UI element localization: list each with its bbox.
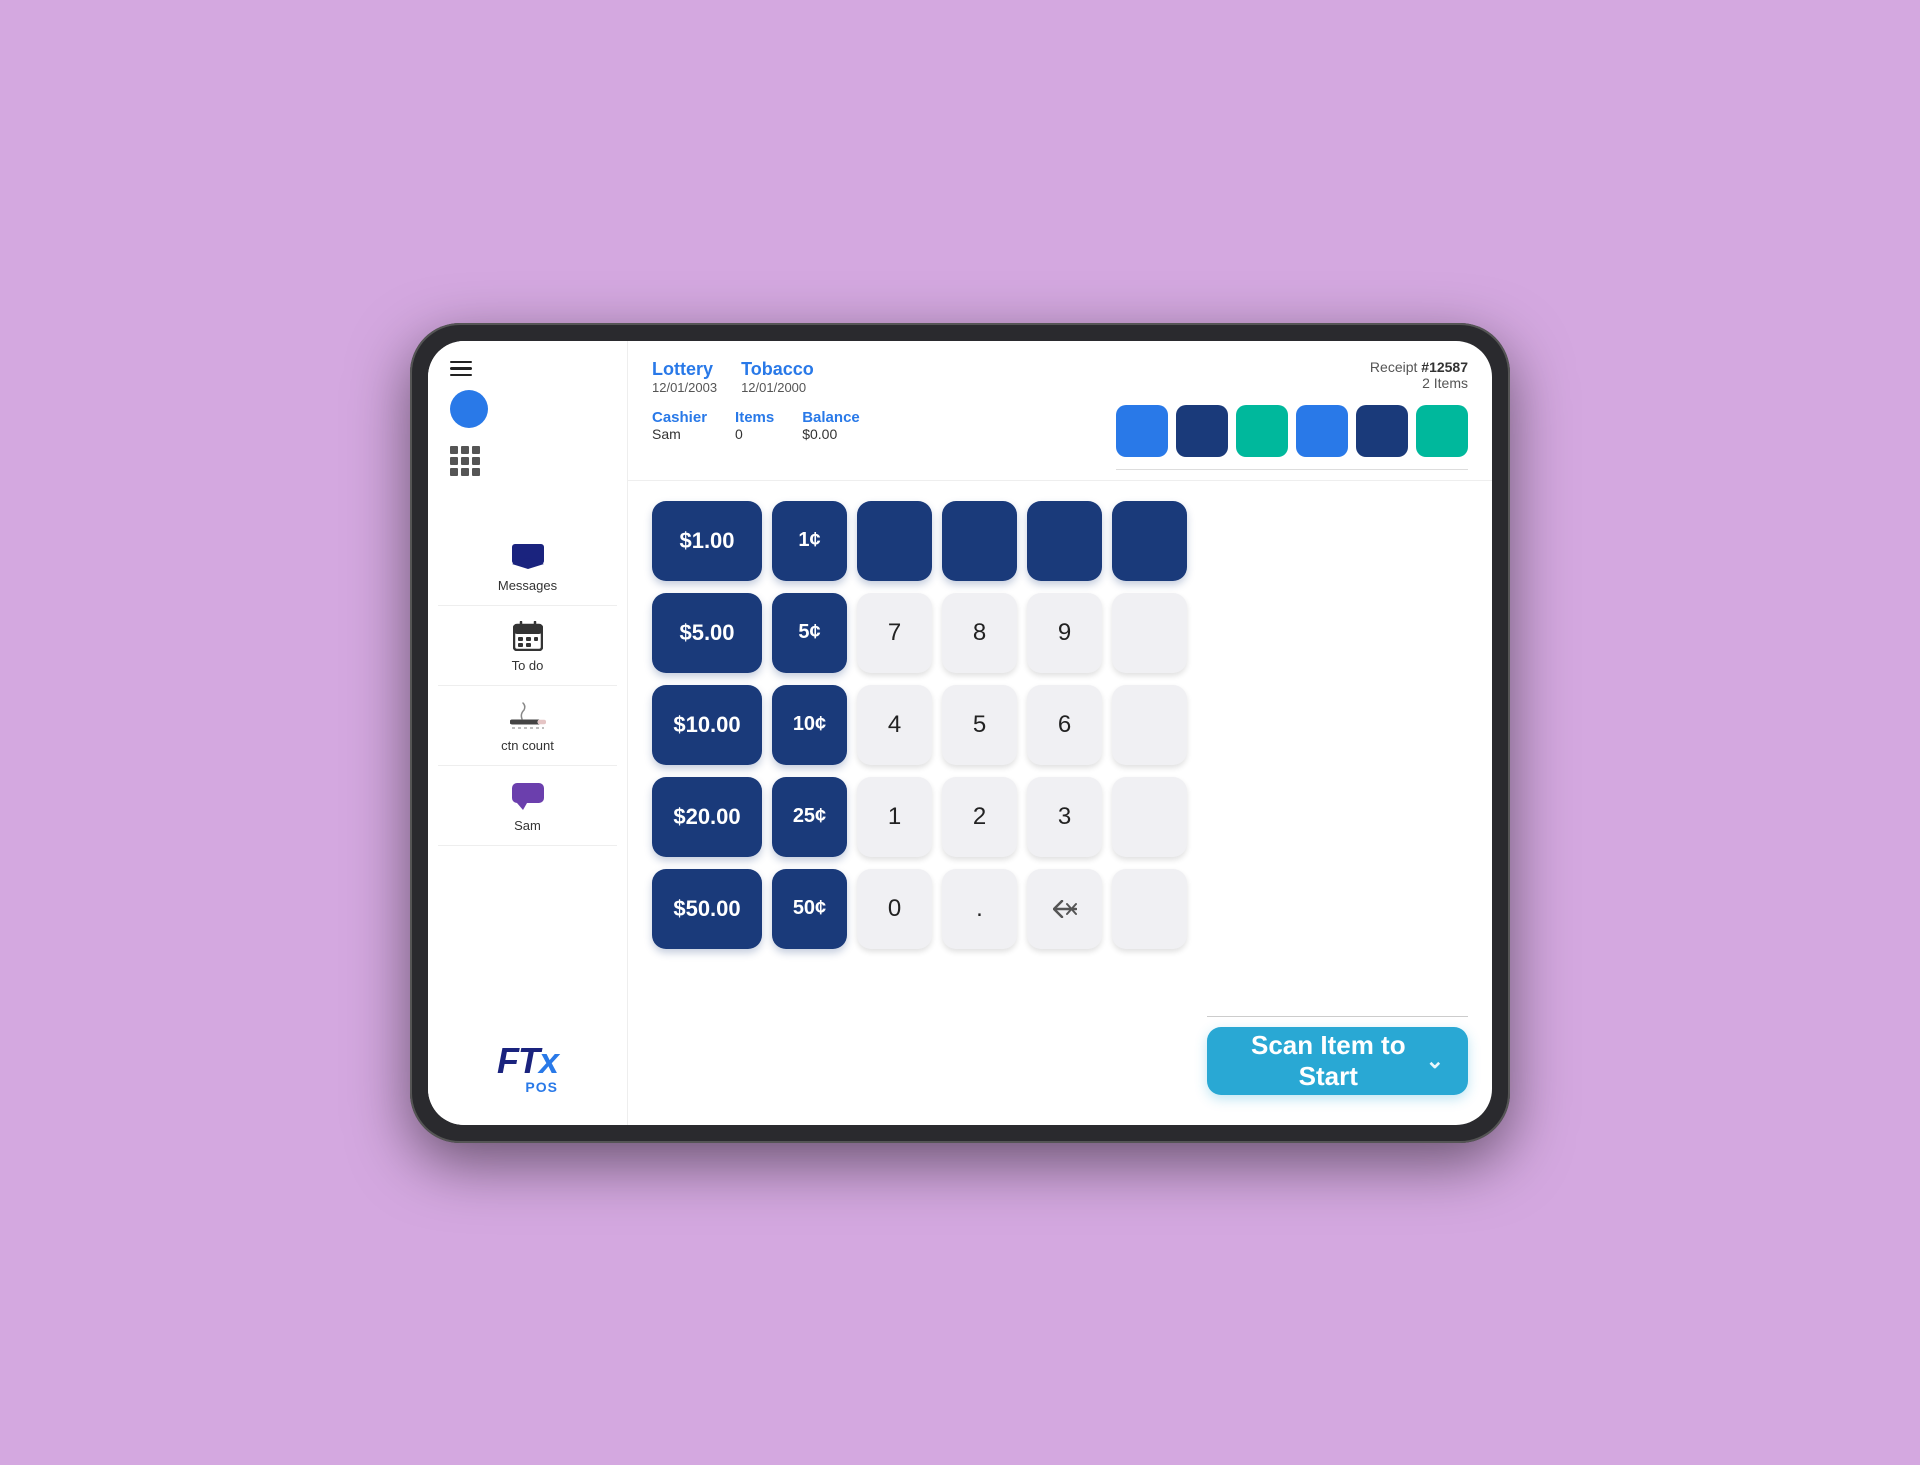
btn-dot[interactable]: . (942, 869, 1017, 949)
swatch-4[interactable] (1296, 405, 1348, 457)
header: Lottery 12/01/2003 Tobacco 12/01/2000 Ca… (628, 341, 1492, 481)
grid-icon[interactable] (450, 446, 480, 476)
btn-4[interactable]: 4 (857, 685, 932, 765)
items-value: 0 (735, 426, 774, 442)
cashier-col: Cashier Sam (652, 409, 707, 442)
btn-0[interactable]: 0 (857, 869, 932, 949)
btn-dollar-10[interactable]: $10.00 (652, 685, 762, 765)
btn-blank-1a[interactable] (857, 501, 932, 581)
balance-label: Balance (802, 409, 860, 426)
ctncount-label: ctn count (501, 738, 554, 753)
btn-9[interactable]: 9 (1027, 593, 1102, 673)
message-icon (510, 538, 546, 574)
swatch-1[interactable] (1116, 405, 1168, 457)
btn-7[interactable]: 7 (857, 593, 932, 673)
numpad-area: $1.00 1¢ $5.00 5¢ 7 8 9 (628, 481, 1492, 1125)
btn-8[interactable]: 8 (942, 593, 1017, 673)
btn-6[interactable]: 6 (1027, 685, 1102, 765)
btn-dollar-1[interactable]: $1.00 (652, 501, 762, 581)
sidebar-logo: FTx POS (497, 1043, 558, 1105)
items-count: 2 Items (1422, 375, 1468, 391)
balance-col: Balance $0.00 (802, 409, 860, 442)
scan-button-label: Scan Item to Start (1231, 1030, 1426, 1092)
btn-blank-1b[interactable] (942, 501, 1017, 581)
scan-chevron-icon: ⌄ (1426, 1048, 1444, 1074)
btn-dollar-50[interactable]: $50.00 (652, 869, 762, 949)
scan-item-button[interactable]: Scan Item to Start ⌄ (1207, 1027, 1468, 1095)
sidebar-nav: Messages (438, 496, 617, 1043)
items-col: Items 0 (735, 409, 774, 442)
todo-label: To do (512, 658, 544, 673)
balance-value: $0.00 (802, 426, 860, 442)
receipt-info: Receipt #12587 2 Items (1116, 359, 1468, 391)
calendar-icon (510, 618, 546, 654)
sidebar-item-ctncount[interactable]: ctn count (438, 686, 617, 766)
numpad-row-1: $1.00 1¢ (652, 501, 1187, 581)
sidebar-item-todo[interactable]: To do (438, 606, 617, 686)
numpad-row-5: $50.00 50¢ 0 . (652, 869, 1187, 949)
btn-backspace[interactable] (1027, 869, 1102, 949)
scan-area (1207, 501, 1468, 1017)
tablet-frame: Messages (410, 323, 1510, 1143)
tobacco-name: Tobacco (741, 359, 814, 380)
btn-blank-3[interactable] (1112, 685, 1187, 765)
header-categories: Lottery 12/01/2003 Tobacco 12/01/2000 (652, 359, 860, 395)
category-lottery[interactable]: Lottery 12/01/2003 (652, 359, 717, 395)
btn-1[interactable]: 1 (857, 777, 932, 857)
btn-cent-50[interactable]: 50¢ (772, 869, 847, 949)
messages-label: Messages (498, 578, 557, 593)
logo-pos: POS (497, 1079, 558, 1095)
numpad-left: $1.00 1¢ $5.00 5¢ 7 8 9 (652, 501, 1187, 1105)
numpad-row-2: $5.00 5¢ 7 8 9 (652, 593, 1187, 673)
right-panel: Scan Item to Start ⌄ (1207, 501, 1468, 1105)
btn-blank-2[interactable] (1112, 593, 1187, 673)
btn-blank-1c[interactable] (1027, 501, 1102, 581)
btn-blank-5[interactable] (1112, 869, 1187, 949)
swatch-6[interactable] (1416, 405, 1468, 457)
btn-blank-4[interactable] (1112, 777, 1187, 857)
cashier-value: Sam (652, 426, 707, 442)
lottery-name: Lottery (652, 359, 717, 380)
lottery-date: 12/01/2003 (652, 380, 717, 395)
swatch-5[interactable] (1356, 405, 1408, 457)
receipt-label: Receipt #12587 (1370, 359, 1468, 375)
btn-3[interactable]: 3 (1027, 777, 1102, 857)
circle-icon[interactable] (450, 390, 488, 428)
btn-dollar-5[interactable]: $5.00 (652, 593, 762, 673)
color-swatches (1116, 405, 1468, 457)
sidebar-top (438, 361, 617, 477)
btn-cent-1[interactable]: 1¢ (772, 501, 847, 581)
swatch-3[interactable] (1236, 405, 1288, 457)
sam-label: Sam (514, 818, 541, 833)
cigarette-icon (510, 698, 546, 734)
btn-cent-5[interactable]: 5¢ (772, 593, 847, 673)
main-content: Lottery 12/01/2003 Tobacco 12/01/2000 Ca… (628, 341, 1492, 1125)
header-info: Cashier Sam Items 0 Balance $0.00 (652, 409, 860, 442)
swatch-2[interactable] (1176, 405, 1228, 457)
sidebar: Messages (428, 341, 628, 1125)
chat-icon (510, 778, 546, 814)
btn-cent-25[interactable]: 25¢ (772, 777, 847, 857)
btn-2[interactable]: 2 (942, 777, 1017, 857)
btn-dollar-20[interactable]: $20.00 (652, 777, 762, 857)
btn-blank-1d[interactable] (1112, 501, 1187, 581)
items-label: Items (735, 409, 774, 426)
numpad-row-3: $10.00 10¢ 4 5 6 (652, 685, 1187, 765)
btn-cent-10[interactable]: 10¢ (772, 685, 847, 765)
tobacco-date: 12/01/2000 (741, 380, 814, 395)
tablet-screen: Messages (428, 341, 1492, 1125)
logo-ftx: FTx (497, 1043, 558, 1079)
hamburger-icon[interactable] (450, 361, 472, 377)
header-left: Lottery 12/01/2003 Tobacco 12/01/2000 Ca… (652, 359, 860, 442)
cashier-label: Cashier (652, 409, 707, 426)
category-tobacco[interactable]: Tobacco 12/01/2000 (741, 359, 814, 395)
sidebar-item-sam[interactable]: Sam (438, 766, 617, 846)
btn-5[interactable]: 5 (942, 685, 1017, 765)
sidebar-item-messages[interactable]: Messages (438, 526, 617, 606)
header-right: Receipt #12587 2 Items (1116, 359, 1468, 470)
numpad-row-4: $20.00 25¢ 1 2 3 (652, 777, 1187, 857)
